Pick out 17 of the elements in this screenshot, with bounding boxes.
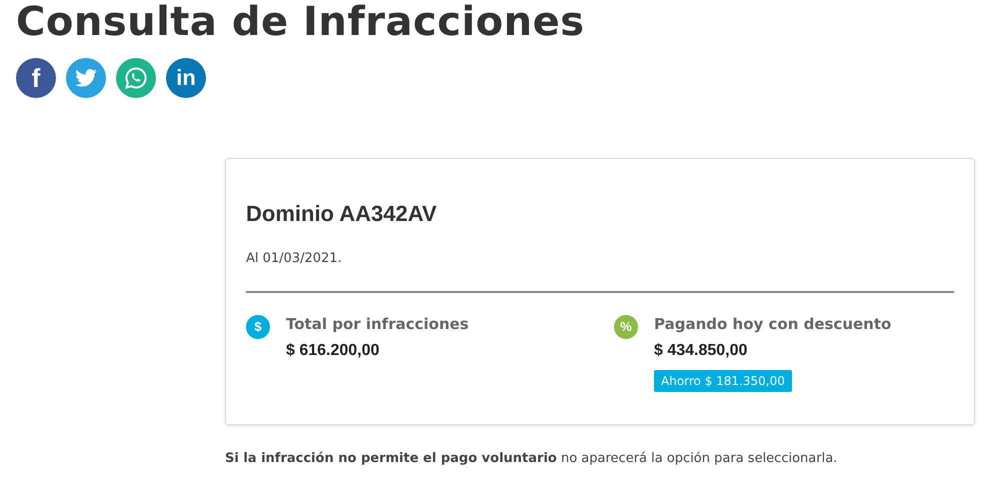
amount-text: $ 434.850,00 [654,340,748,361]
percent-icon: % [614,314,638,339]
amount-text: $ 616.200,00 [286,340,380,361]
page-title: Consulta de Infracciones [16,0,586,42]
savings-badge: Ahorro $ 181.350,00 [654,370,792,392]
dollar-icon: $ [246,314,270,339]
note-text: Si la infracción no permite el pago voluntario no aparecerá la opción para seleccionarla. [225,450,838,468]
summary-label: Total por infracciones [286,314,469,333]
share-button[interactable]: in [166,58,206,98]
bird-icon [75,69,97,87]
share-button[interactable]: f [16,58,56,98]
share-button[interactable] [116,58,156,98]
phone-bubble-icon [124,66,148,90]
share-button[interactable] [66,58,106,98]
summary-label: Pagando hoy con descuento [654,314,892,333]
card-title: Dominio AA342AV [246,201,438,228]
date-text: Al 01/03/2021. [246,250,343,268]
